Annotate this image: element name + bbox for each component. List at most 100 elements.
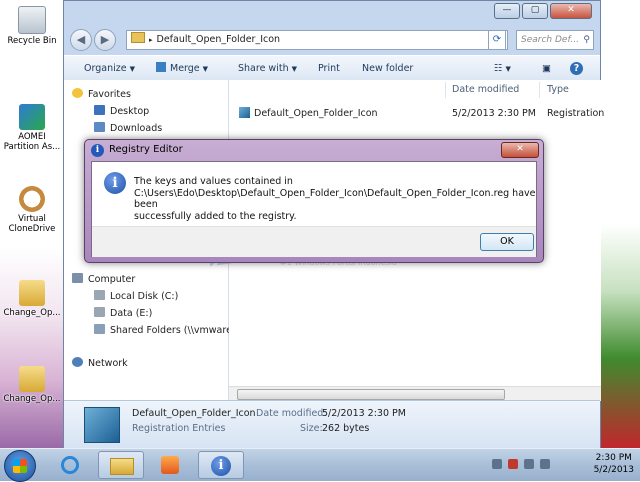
details-date-label: Date modified: <box>256 408 327 419</box>
breadcrumb-arrow-icon: ▸ <box>149 36 153 44</box>
desktop-icon-label: Change_Op... <box>3 394 61 404</box>
file-date: 5/2/2013 2:30 PM <box>452 108 536 119</box>
dialog-close-button[interactable]: ✕ <box>501 142 539 158</box>
info-icon: i <box>91 144 104 157</box>
desktop-icon-label: Change_Op... <box>3 308 61 318</box>
desktop-icon-change-op-1[interactable]: Change_Op... <box>2 280 62 318</box>
nav-downloads[interactable]: Downloads <box>94 122 162 136</box>
new-folder-button[interactable]: New folder <box>362 56 413 81</box>
search-placeholder: Search Def... <box>521 35 580 45</box>
drive-icon <box>94 290 105 300</box>
desktop-icon-label: Virtual CloneDrive <box>8 214 56 234</box>
nav-favorites[interactable]: Favorites <box>72 88 131 102</box>
network-icon <box>72 357 83 367</box>
folder-icon <box>131 32 145 43</box>
column-header-type[interactable]: Type <box>547 80 569 100</box>
minimize-button[interactable]: — <box>494 3 520 19</box>
column-separator <box>445 82 446 98</box>
preview-pane-icon[interactable]: ▣ <box>542 56 551 81</box>
desktop-icon-recycle-bin[interactable]: Recycle Bin <box>2 6 62 46</box>
nav-shared-folders[interactable]: Shared Folders (\\vmware-h <box>94 324 241 338</box>
network-drive-icon <box>94 324 105 334</box>
help-icon[interactable]: ? <box>570 56 583 81</box>
ok-button[interactable]: OK <box>480 233 534 251</box>
clock-time: 2:30 PM <box>595 453 632 463</box>
star-icon <box>72 88 83 98</box>
forward-button[interactable]: ▶ <box>94 29 116 51</box>
back-button[interactable]: ◀ <box>70 29 92 51</box>
details-file-kind: Registration Entries <box>132 423 226 434</box>
details-file-name: Default_Open_Folder_Icon <box>132 408 256 419</box>
nav-desktop[interactable]: Desktop <box>94 105 149 119</box>
taskbar: i 2:30 PM 5/2/2013 <box>0 448 640 482</box>
desktop-icon-aomei[interactable]: AOMEI Partition As... <box>2 104 62 152</box>
aomei-icon <box>19 104 45 130</box>
information-icon: i <box>104 172 126 194</box>
nav-computer[interactable]: Computer <box>72 273 135 287</box>
media-player-icon <box>161 456 179 474</box>
folder-icon <box>19 280 45 306</box>
merge-button[interactable]: Merge ▼ <box>156 56 208 81</box>
action-center-icon[interactable] <box>508 459 518 469</box>
folder-icon <box>110 458 134 475</box>
dialog-body: i The keys and values contained in C:\Us… <box>91 161 537 257</box>
print-button[interactable]: Print <box>318 56 340 81</box>
system-tray <box>492 459 550 469</box>
network-icon[interactable] <box>524 459 534 469</box>
organize-button[interactable]: Organize ▼ <box>84 56 135 81</box>
registry-editor-taskbar-button[interactable]: i <box>198 451 244 479</box>
computer-icon <box>72 273 83 283</box>
nav-network[interactable]: Network <box>72 357 128 371</box>
merge-icon <box>156 62 166 72</box>
clock-date: 5/2/2013 <box>593 465 634 475</box>
details-pane: Default_Open_Folder_Icon Registration En… <box>64 400 600 449</box>
desktop-icon-label: Recycle Bin <box>7 36 57 46</box>
desktop-icon-change-op-2[interactable]: Change_Op... <box>2 366 62 404</box>
maximize-button[interactable]: ▢ <box>522 3 548 19</box>
close-button[interactable]: ✕ <box>550 3 592 19</box>
explorer-taskbar-button[interactable] <box>98 451 144 479</box>
dialog-title: Registry Editor <box>109 144 183 155</box>
details-date-value: 5/2/2013 2:30 PM <box>322 408 406 419</box>
media-player-taskbar-button[interactable] <box>148 451 194 479</box>
folder-icon <box>19 366 45 392</box>
windows-logo-icon <box>13 459 27 473</box>
dialog-message: The keys and values contained in C:\User… <box>134 176 536 222</box>
registry-file-icon <box>84 407 120 443</box>
file-type: Registration <box>547 108 605 119</box>
column-header-date[interactable]: Date modified <box>452 80 519 100</box>
internet-explorer-taskbar-button[interactable] <box>48 451 94 479</box>
details-size-label: Size: <box>300 423 323 434</box>
show-hidden-icons-icon[interactable] <box>492 459 502 469</box>
refresh-button[interactable]: ⟳ <box>488 30 506 50</box>
search-input[interactable]: Search Def... ⚲ <box>516 30 594 50</box>
downloads-icon <box>94 122 105 132</box>
start-button[interactable] <box>4 450 36 482</box>
sheep-icon <box>19 186 45 212</box>
address-bar[interactable]: ▸ Default_Open_Folder_Icon <box>126 30 508 50</box>
search-icon: ⚲ <box>583 35 590 45</box>
registry-editor-dialog: i Registry Editor ✕ i The keys and value… <box>84 139 544 263</box>
horizontal-scrollbar[interactable] <box>229 386 601 401</box>
window-controls: — ▢ ✕ <box>494 3 592 19</box>
desktop-icon-virtual-clonedrive[interactable]: Virtual CloneDrive <box>2 186 62 234</box>
nav-local-disk[interactable]: Local Disk (C:) <box>94 290 178 304</box>
address-row: ◀ ▶ ▸ Default_Open_Folder_Icon ⟳ Search D… <box>64 27 600 55</box>
breadcrumb: Default_Open_Folder_Icon <box>156 34 281 45</box>
scrollbar-thumb[interactable] <box>237 389 505 400</box>
desktop-icon-label: AOMEI Partition As... <box>3 132 61 152</box>
nav-data-drive[interactable]: Data (E:) <box>94 307 152 321</box>
desktop-background-right <box>600 0 640 448</box>
view-options-icon[interactable]: ☷ ▼ <box>494 56 511 81</box>
file-name: Default_Open_Folder_Icon <box>254 108 378 119</box>
drive-icon <box>94 307 105 317</box>
share-with-button[interactable]: Share with ▼ <box>238 56 297 81</box>
file-row[interactable]: Default_Open_Folder_Icon 5/2/2013 2:30 P… <box>239 106 604 122</box>
volume-icon[interactable] <box>540 459 550 469</box>
recycle-bin-icon <box>18 6 46 34</box>
clock[interactable]: 2:30 PM 5/2/2013 <box>594 452 634 476</box>
internet-explorer-icon <box>61 456 79 474</box>
desktop-icon <box>94 105 105 115</box>
command-bar: Organize ▼ Merge ▼ Share with ▼ Print New f… <box>64 55 600 82</box>
dialog-footer: OK <box>92 226 536 257</box>
